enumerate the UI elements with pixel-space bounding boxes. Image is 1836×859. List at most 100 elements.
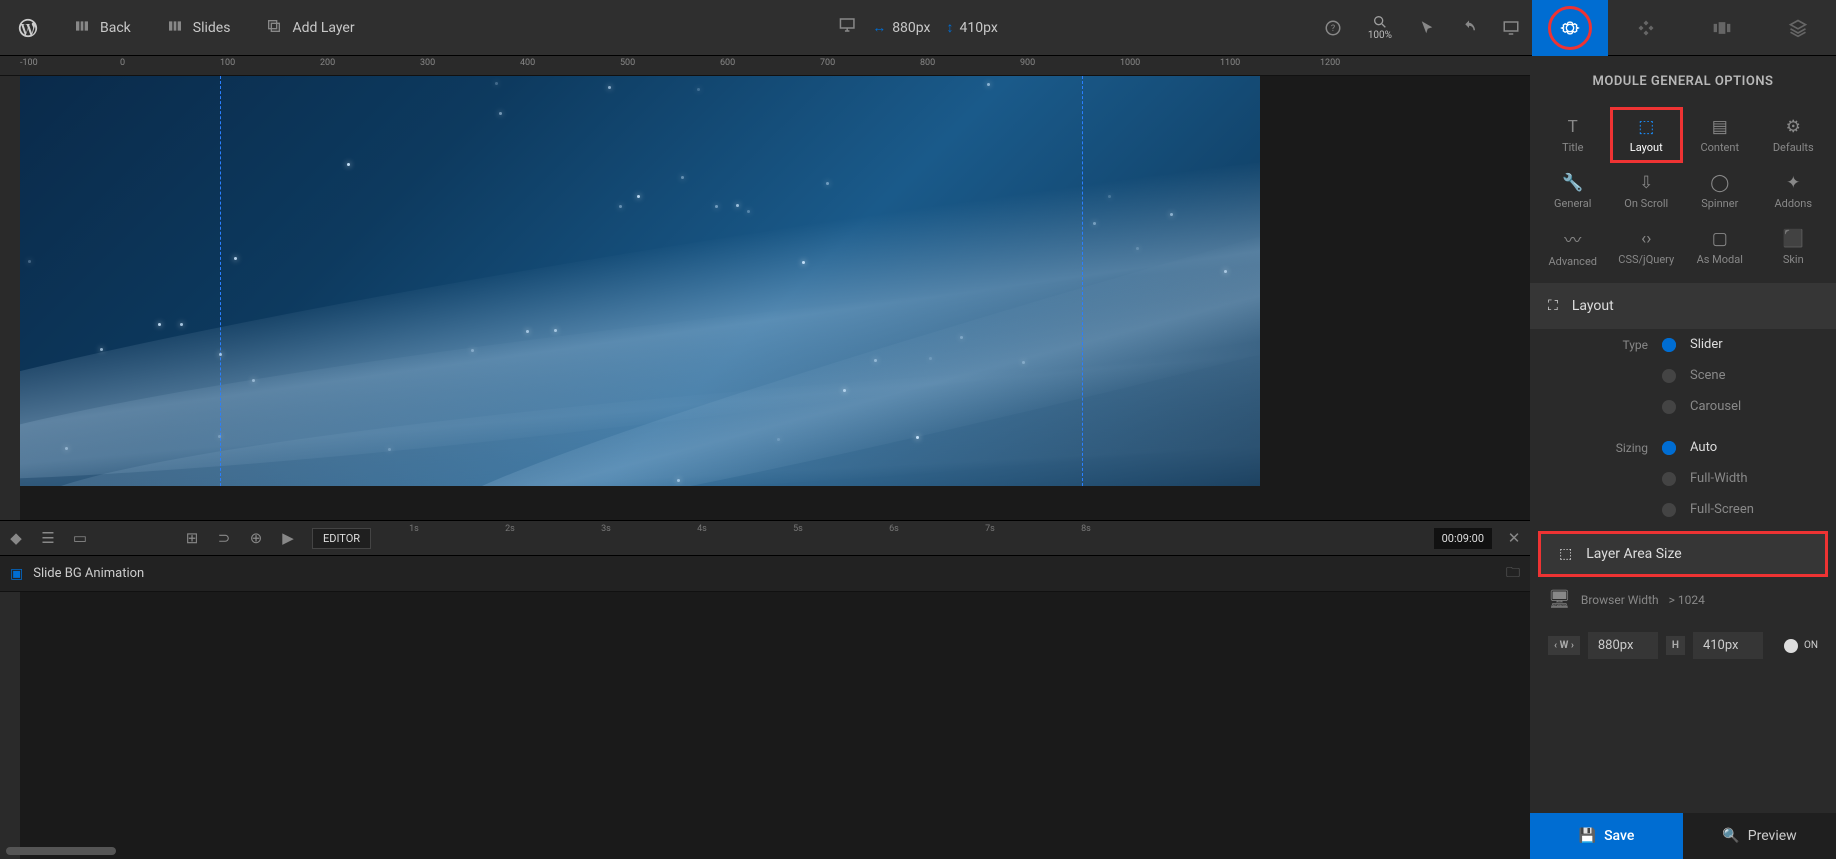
- svg-text:?: ?: [1331, 24, 1335, 34]
- slide-canvas[interactable]: [20, 76, 1260, 486]
- layers-tab[interactable]: [1760, 0, 1836, 56]
- layer-row-label: Slide BG Animation: [33, 566, 1496, 581]
- back-label: Back: [100, 20, 131, 36]
- tab-icon: ⇩: [1639, 173, 1653, 193]
- guide-line[interactable]: [220, 76, 221, 486]
- type-label: Type: [1548, 338, 1648, 352]
- options-tab-addons[interactable]: ✦Addons: [1757, 163, 1831, 219]
- add-layer-label: Add Layer: [292, 20, 354, 36]
- zoom-control[interactable]: 100%: [1354, 14, 1406, 41]
- top-toolbar: Back Slides Add Layer ↔880px ↕410px ? 10…: [0, 0, 1836, 56]
- cursor-icon[interactable]: [1406, 0, 1448, 56]
- browser-width-row: 🖥 Browser Width > 1024: [1530, 577, 1836, 622]
- type-radio-carousel[interactable]: [1662, 400, 1676, 414]
- timeline-time: 00:09:00: [1434, 528, 1492, 549]
- options-tab-content[interactable]: ▤Content: [1683, 107, 1757, 163]
- slide-options-tab[interactable]: [1684, 0, 1760, 56]
- panel-title: MODULE GENERAL OPTIONS: [1530, 56, 1836, 107]
- tab-icon: T: [1568, 117, 1578, 137]
- options-tab-cssjquery[interactable]: ‹›CSS/jQuery: [1610, 219, 1684, 275]
- tab-icon: ◯: [1710, 173, 1729, 193]
- globe-icon[interactable]: ⊕: [240, 520, 272, 556]
- add-layer-icon: [266, 18, 282, 38]
- back-button[interactable]: Back: [56, 0, 149, 56]
- vertical-arrows-icon: ↕: [947, 19, 954, 36]
- layers-icon[interactable]: ◆: [0, 520, 32, 556]
- settings-tab[interactable]: [1532, 0, 1608, 56]
- save-button[interactable]: 💾Save: [1530, 813, 1683, 859]
- grid-icon[interactable]: ⊞: [176, 520, 208, 556]
- search-icon: 🔍: [1722, 828, 1739, 844]
- sizing-radio-fullscreen[interactable]: [1662, 503, 1676, 517]
- slides-label: Slides: [193, 20, 231, 36]
- preview-button[interactable]: 🔍Preview: [1683, 813, 1836, 859]
- columns-icon: [74, 18, 90, 38]
- folder-icon[interactable]: 🗀: [1506, 562, 1520, 586]
- aspect-icon: ⬚: [1559, 546, 1572, 562]
- timeline-ruler[interactable]: 1s2s3s4s5s6s7s8s: [379, 520, 1434, 556]
- horizontal-scrollbar[interactable]: [6, 847, 116, 855]
- preview-mode-icon[interactable]: [1490, 0, 1532, 56]
- options-tab-skin[interactable]: ⬛Skin: [1757, 219, 1831, 275]
- timeline-toolbar: ◆ ☰ ▭ ⊞ ⊃ ⊕ ▶ EDITOR 1s2s3s4s5s6s7s8s 00…: [0, 520, 1530, 556]
- tab-icon: ‹›: [1641, 229, 1651, 249]
- options-tab-asmodal[interactable]: ▢As Modal: [1683, 219, 1757, 275]
- height-badge: H: [1666, 636, 1685, 655]
- timeline-close-icon[interactable]: ✕: [1498, 529, 1530, 547]
- sizing-radio-auto[interactable]: [1662, 441, 1676, 455]
- dimension-display: ↔880px ↕410px: [838, 0, 998, 56]
- tab-icon: ✦: [1786, 173, 1800, 193]
- horizontal-ruler: -100010020030040050060070080090010001100…: [0, 56, 1530, 76]
- desktop-icon[interactable]: [838, 16, 856, 39]
- save-icon: 💾: [1579, 828, 1596, 844]
- layer-area-size-header[interactable]: ⬚ Layer Area Size: [1538, 531, 1828, 577]
- type-radio-scene[interactable]: [1662, 369, 1676, 383]
- slides-icon: [167, 18, 183, 38]
- options-tab-general[interactable]: 🔧General: [1536, 163, 1610, 219]
- wordpress-logo-icon[interactable]: [0, 0, 56, 56]
- zoom-pct: 100%: [1368, 30, 1392, 41]
- options-tab-grid: TTitle⬚Layout▤Content⚙Defaults 🔧General⇩O…: [1530, 107, 1836, 275]
- layout-section-header[interactable]: ⛶ Layout: [1530, 283, 1836, 329]
- size-toggle[interactable]: ON: [1784, 639, 1818, 653]
- play-icon[interactable]: ▶: [272, 520, 304, 556]
- panel-footer: 💾Save 🔍Preview: [1530, 813, 1836, 859]
- width-display[interactable]: ↔880px: [872, 19, 930, 36]
- height-display[interactable]: ↕410px: [947, 19, 998, 36]
- list-icon[interactable]: ☰: [32, 520, 64, 556]
- vertical-ruler: [0, 76, 20, 859]
- tab-icon: ⬚: [1638, 117, 1654, 137]
- height-input[interactable]: [1693, 632, 1763, 659]
- width-input[interactable]: [1588, 632, 1658, 659]
- sizing-label: Sizing: [1548, 441, 1648, 455]
- undo-icon[interactable]: [1448, 0, 1490, 56]
- canvas-viewport[interactable]: [20, 76, 1530, 520]
- guide-line[interactable]: [1082, 76, 1083, 486]
- timeline-layer-row[interactable]: ▣ Slide BG Animation 🗀: [0, 556, 1530, 592]
- options-tab-title[interactable]: TTitle: [1536, 107, 1610, 163]
- tab-icon: ⚙: [1786, 117, 1801, 137]
- timeline-mode[interactable]: EDITOR: [312, 528, 371, 549]
- options-tab-advanced[interactable]: 〰Advanced: [1536, 219, 1610, 275]
- slides-button[interactable]: Slides: [149, 0, 249, 56]
- image-icon: ▣: [10, 566, 23, 582]
- tab-icon: 🔧: [1562, 173, 1583, 193]
- expand-icon: ⛶: [1548, 298, 1558, 314]
- add-layer-button[interactable]: Add Layer: [248, 0, 372, 56]
- tab-icon: ▤: [1712, 117, 1728, 137]
- navigation-tab[interactable]: [1608, 0, 1684, 56]
- type-radio-slider[interactable]: [1662, 338, 1676, 352]
- options-tab-onscroll[interactable]: ⇩On Scroll: [1610, 163, 1684, 219]
- options-tab-spinner[interactable]: ◯Spinner: [1683, 163, 1757, 219]
- help-icon[interactable]: ?: [1312, 0, 1354, 56]
- width-badge: ‹ W ›: [1548, 636, 1580, 655]
- folder-icon[interactable]: ▭: [64, 520, 96, 556]
- options-tab-defaults[interactable]: ⚙Defaults: [1757, 107, 1831, 163]
- horizontal-arrows-icon: ↔: [872, 19, 886, 36]
- snap-icon[interactable]: ⊃: [208, 520, 240, 556]
- sizing-radio-fullwidth[interactable]: [1662, 472, 1676, 486]
- tab-icon: 〰: [1564, 226, 1581, 251]
- top-right-controls: ? 100%: [1312, 0, 1836, 56]
- tab-icon: ⬛: [1783, 229, 1804, 249]
- options-tab-layout[interactable]: ⬚Layout: [1610, 107, 1684, 163]
